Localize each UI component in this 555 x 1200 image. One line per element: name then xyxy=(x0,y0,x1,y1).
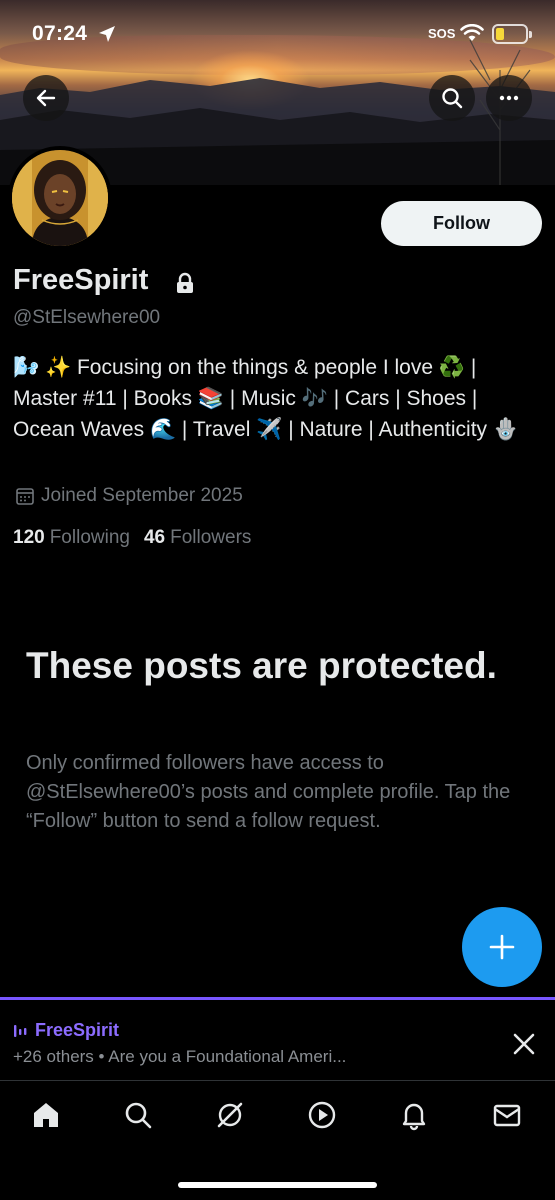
following-label: Following xyxy=(49,527,130,548)
location-arrow-icon xyxy=(99,26,115,42)
lock-icon xyxy=(177,272,193,293)
joined-date: Joined September 2025 xyxy=(41,485,243,506)
avatar[interactable] xyxy=(8,146,112,250)
search-icon xyxy=(442,88,463,109)
tab-grok[interactable] xyxy=(213,1098,247,1132)
following-count: 120 xyxy=(13,527,45,548)
home-indicator xyxy=(178,1182,377,1188)
tab-messages[interactable] xyxy=(490,1098,524,1132)
follow-button[interactable]: Follow xyxy=(381,201,542,246)
spaces-dock[interactable]: FreeSpirit +26 others • Are you a Founda… xyxy=(0,997,555,1081)
display-name: FreeSpirit xyxy=(13,264,149,296)
back-arrow-icon xyxy=(36,89,56,107)
close-icon[interactable] xyxy=(511,1031,537,1057)
avatar-portrait xyxy=(12,150,108,246)
tab-video[interactable] xyxy=(305,1098,339,1132)
followers-link[interactable]: 46 Followers xyxy=(144,527,251,549)
search-icon xyxy=(125,1102,152,1129)
status-time: 07:24 xyxy=(32,22,88,45)
calendar-icon xyxy=(16,488,34,505)
spaces-title: FreeSpirit xyxy=(35,1020,120,1040)
back-button[interactable] xyxy=(23,75,69,121)
plus-icon xyxy=(489,934,515,960)
follow-counts: 120 Following 46 Followers xyxy=(13,527,251,549)
tab-home[interactable] xyxy=(29,1098,63,1132)
followers-label: Followers xyxy=(170,527,252,548)
battery-low-icon xyxy=(492,24,532,44)
tab-search[interactable] xyxy=(121,1098,155,1132)
followers-count: 46 xyxy=(143,527,166,548)
protected-title: These posts are protected. xyxy=(26,645,497,686)
compose-button[interactable] xyxy=(462,907,542,987)
spaces-subtitle: +26 others • Are you a Foundational Amer… xyxy=(13,1047,347,1066)
tab-notifications[interactable] xyxy=(397,1098,431,1132)
battery-fill xyxy=(496,28,504,40)
battery-nub xyxy=(529,31,532,38)
wifi-icon xyxy=(460,24,484,41)
more-options-button[interactable] xyxy=(486,75,532,121)
status-sos: SOS xyxy=(428,26,456,41)
spaces-title-row: FreeSpirit xyxy=(13,1020,119,1041)
profile-handle: @StElsewhere00 xyxy=(13,307,161,328)
search-button[interactable] xyxy=(429,75,475,121)
joined-row: Joined September 2025 xyxy=(15,485,243,507)
protected-description: Only confirmed followers have access to … xyxy=(26,752,511,832)
home-icon xyxy=(34,1103,58,1127)
more-dots-icon xyxy=(499,95,519,101)
following-link[interactable]: 120 Following xyxy=(13,527,130,549)
profile-bio: 🌬️ ✨ Focusing on the things & people I l… xyxy=(13,356,520,441)
video-play-icon xyxy=(308,1101,336,1129)
status-bar: 07:24 SOS xyxy=(0,0,555,70)
notifications-bell-icon xyxy=(402,1103,426,1131)
grok-icon xyxy=(217,1102,243,1128)
audio-bars-icon xyxy=(14,1024,27,1037)
messages-envelope-icon xyxy=(493,1104,521,1127)
